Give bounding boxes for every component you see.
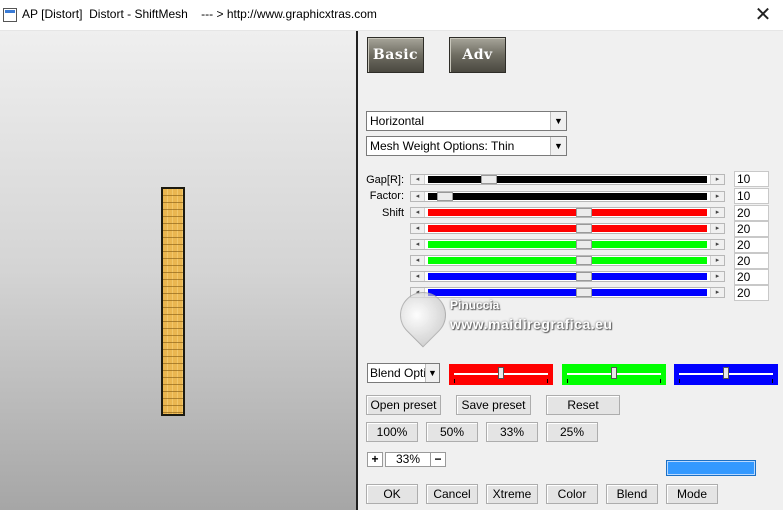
arrow-right-icon[interactable]: ▸: [710, 224, 724, 233]
swatch-knob[interactable]: [723, 367, 729, 379]
arrow-right-icon[interactable]: ▸: [710, 208, 724, 217]
arrow-left-icon[interactable]: ◂: [411, 208, 425, 217]
shift-blue-value-1[interactable]: 20: [734, 269, 769, 285]
shift-label: Shift: [381, 207, 404, 219]
red-blend-swatch[interactable]: [449, 364, 553, 385]
slider-track[interactable]: [428, 256, 707, 265]
factor-slider[interactable]: ◂ ▸: [410, 191, 725, 202]
arrow-left-icon[interactable]: ◂: [411, 288, 425, 297]
slider-thumb[interactable]: [576, 256, 593, 265]
close-icon[interactable]: ✕: [748, 2, 778, 28]
zoom-value-field[interactable]: 33%: [385, 452, 431, 467]
blend-options-value: Blend Optio: [370, 366, 433, 380]
zoom-33-button[interactable]: 33%: [486, 422, 538, 442]
slider-track[interactable]: [428, 208, 707, 217]
open-preset-button[interactable]: Open preset: [366, 395, 441, 415]
shift-green-slider-2[interactable]: ◂ ▸: [410, 255, 725, 266]
arrow-left-icon[interactable]: ◂: [411, 272, 425, 281]
shift-red-slider-1[interactable]: ◂ ▸: [410, 207, 725, 218]
blend-button[interactable]: Blend: [606, 484, 658, 504]
slider-thumb[interactable]: [436, 192, 453, 201]
slider-thumb[interactable]: [576, 288, 593, 297]
cancel-button[interactable]: Cancel: [426, 484, 478, 504]
preview-canvas[interactable]: [0, 31, 356, 510]
chevron-down-icon: ▼: [425, 364, 439, 382]
preview-image: [161, 187, 185, 416]
zoom-25-button[interactable]: 25%: [546, 422, 598, 442]
shift-red-slider-2[interactable]: ◂ ▸: [410, 223, 725, 234]
zoom-out-button[interactable]: −: [430, 452, 446, 467]
gap-value-field[interactable]: 10: [734, 171, 769, 187]
slider-thumb[interactable]: [576, 224, 593, 233]
arrow-left-icon[interactable]: ◂: [411, 192, 425, 201]
shift-blue-value-2[interactable]: 20: [734, 285, 769, 301]
swatch-tick: [679, 379, 680, 383]
swatch-knob[interactable]: [498, 367, 504, 379]
swatch-knob[interactable]: [611, 367, 617, 379]
slider-track[interactable]: [428, 175, 707, 184]
slider-track[interactable]: [428, 272, 707, 281]
direction-dropdown[interactable]: Horizontal ▼: [366, 111, 567, 131]
zoom-50-button[interactable]: 50%: [426, 422, 478, 442]
slider-thumb[interactable]: [481, 175, 498, 184]
slider-thumb[interactable]: [576, 240, 593, 249]
shift-green-value-1[interactable]: 20: [734, 237, 769, 253]
slider-track[interactable]: [428, 192, 707, 201]
app-icon: [3, 8, 17, 22]
color-button[interactable]: Color: [546, 484, 598, 504]
shift-green-value-2[interactable]: 20: [734, 253, 769, 269]
shift-green-slider-1[interactable]: ◂ ▸: [410, 239, 725, 250]
mesh-weight-dropdown-value: Mesh Weight Options: Thin: [370, 139, 515, 153]
blend-options-dropdown[interactable]: Blend Optio ▼: [367, 363, 440, 383]
arrow-left-icon[interactable]: ◂: [411, 240, 425, 249]
zoom-100-button[interactable]: 100%: [366, 422, 418, 442]
shift-blue-slider-2[interactable]: ◂ ▸: [410, 287, 725, 298]
save-preset-button[interactable]: Save preset: [456, 395, 531, 415]
slider-track[interactable]: [428, 240, 707, 249]
direction-dropdown-value: Horizontal: [370, 114, 425, 128]
swatch-tick: [547, 379, 548, 383]
swatch-tick: [772, 379, 773, 383]
basic-tab-button[interactable]: Basic: [367, 37, 424, 73]
swatch-tick: [454, 379, 455, 383]
title-bar: AP [Distort] Distort - ShiftMesh --- > h…: [0, 0, 783, 31]
slider-thumb[interactable]: [576, 272, 593, 281]
shift-blue-slider-1[interactable]: ◂ ▸: [410, 271, 725, 282]
adv-tab-button[interactable]: Adv: [449, 37, 506, 73]
blue-blend-swatch[interactable]: [674, 364, 778, 385]
factor-value-field[interactable]: 10: [734, 188, 769, 204]
mesh-weight-dropdown[interactable]: Mesh Weight Options: Thin ▼: [366, 136, 567, 156]
shift-red-value-2[interactable]: 20: [734, 221, 769, 237]
slider-track[interactable]: [428, 288, 707, 297]
arrow-right-icon[interactable]: ▸: [710, 192, 724, 201]
shift-red-value-1[interactable]: 20: [734, 205, 769, 221]
slider-track[interactable]: [428, 224, 707, 233]
swatch-tick: [567, 379, 568, 383]
arrow-right-icon[interactable]: ▸: [710, 272, 724, 281]
arrow-right-icon[interactable]: ▸: [710, 240, 724, 249]
chevron-down-icon: ▼: [550, 137, 566, 155]
arrow-right-icon[interactable]: ▸: [710, 256, 724, 265]
chevron-down-icon: ▼: [550, 112, 566, 130]
gap-slider[interactable]: ◂ ▸: [410, 174, 725, 185]
mode-button[interactable]: Mode: [666, 484, 718, 504]
window-title: AP [Distort] Distort - ShiftMesh --- > h…: [22, 7, 377, 21]
slider-thumb[interactable]: [576, 208, 593, 217]
arrow-left-icon[interactable]: ◂: [411, 224, 425, 233]
reset-button[interactable]: Reset: [546, 395, 620, 415]
swatch-tick: [660, 379, 661, 383]
xtreme-button[interactable]: Xtreme: [486, 484, 538, 504]
color-indicator: [666, 460, 756, 476]
factor-label: Factor:: [369, 190, 404, 202]
zoom-in-button[interactable]: +: [367, 452, 383, 467]
green-blend-swatch[interactable]: [562, 364, 666, 385]
ok-button[interactable]: OK: [366, 484, 418, 504]
arrow-left-icon[interactable]: ◂: [411, 175, 425, 184]
arrow-right-icon[interactable]: ▸: [710, 175, 724, 184]
arrow-left-icon[interactable]: ◂: [411, 256, 425, 265]
gap-label: Gap[R]:: [366, 174, 404, 186]
arrow-right-icon[interactable]: ▸: [710, 288, 724, 297]
